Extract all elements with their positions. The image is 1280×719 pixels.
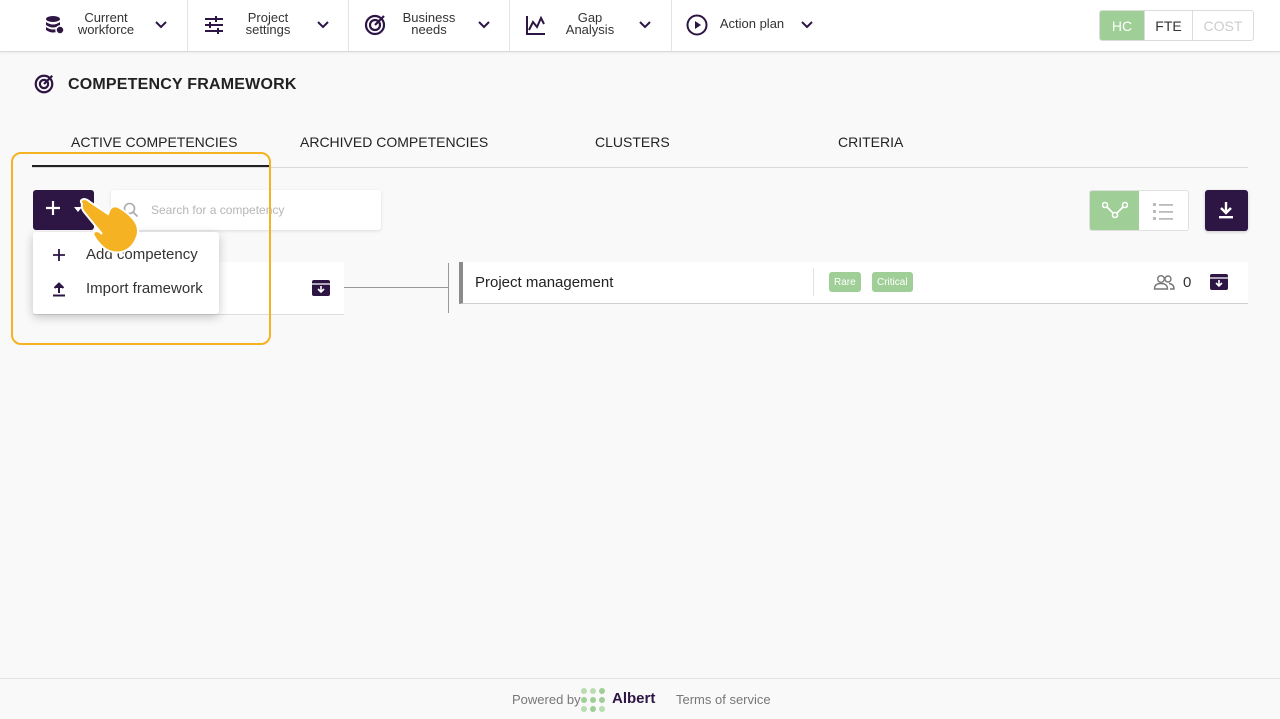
tree-view-button[interactable] bbox=[1090, 191, 1139, 230]
unit-hc-button[interactable]: HC bbox=[1100, 11, 1145, 40]
view-toggle bbox=[1089, 190, 1189, 231]
unit-toggle: HC FTE COST bbox=[1099, 10, 1254, 41]
tree-connector bbox=[448, 263, 449, 313]
page-title: COMPETENCY FRAMEWORK bbox=[68, 76, 297, 93]
caret-down-icon bbox=[74, 207, 82, 212]
people-count: 0 bbox=[1183, 274, 1192, 291]
chevron-down-icon[interactable] bbox=[316, 18, 330, 32]
nav-label: Project settings bbox=[245, 10, 291, 37]
search-icon bbox=[123, 202, 139, 218]
chevron-down-icon[interactable] bbox=[477, 18, 491, 32]
chevron-down-icon[interactable] bbox=[638, 18, 652, 32]
nav-business-needs[interactable]: Business needs bbox=[349, 0, 510, 51]
add-dropdown-menu: Add competency Import framework bbox=[33, 232, 219, 314]
tab-clusters[interactable]: CLUSTERS bbox=[595, 134, 670, 150]
download-icon bbox=[1219, 202, 1233, 219]
chevron-down-icon[interactable] bbox=[800, 18, 814, 32]
powered-by-text: Powered by bbox=[512, 692, 581, 707]
nav-label: Gap Analysis bbox=[565, 10, 615, 37]
nav-gap-analysis[interactable]: Gap Analysis bbox=[510, 0, 672, 51]
competency-name: Project management bbox=[475, 274, 614, 291]
nav-action-plan[interactable]: Action plan bbox=[672, 0, 832, 51]
download-button[interactable] bbox=[1205, 190, 1248, 231]
terms-of-service-link[interactable]: Terms of service bbox=[676, 692, 771, 707]
target-icon bbox=[364, 14, 386, 36]
nav-current-workforce[interactable]: Current workforce bbox=[30, 0, 188, 51]
play-circle-icon bbox=[686, 14, 708, 36]
archive-icon[interactable] bbox=[311, 278, 331, 298]
tab-active-competencies[interactable]: ACTIVE COMPETENCIES bbox=[71, 134, 237, 150]
tab-bar: ACTIVE COMPETENCIES ARCHIVED COMPETENCIE… bbox=[32, 120, 1248, 168]
active-tab-indicator bbox=[32, 165, 270, 167]
rare-badge: Rare bbox=[829, 272, 861, 292]
plus-icon bbox=[46, 201, 60, 215]
chart-icon bbox=[526, 15, 545, 35]
unit-cost-button[interactable]: COST bbox=[1193, 11, 1253, 40]
unit-fte-button[interactable]: FTE bbox=[1145, 11, 1193, 40]
plus-icon bbox=[53, 249, 65, 261]
database-icon bbox=[46, 16, 65, 35]
sliders-icon bbox=[205, 16, 223, 34]
menu-item-add-competency[interactable]: Add competency bbox=[33, 238, 219, 272]
nav-label: Current workforce bbox=[77, 10, 135, 37]
add-menu-button[interactable] bbox=[33, 190, 94, 230]
tab-criteria[interactable]: CRITERIA bbox=[838, 134, 903, 150]
nav-project-settings[interactable]: Project settings bbox=[188, 0, 349, 51]
menu-item-import-framework[interactable]: Import framework bbox=[33, 272, 219, 306]
competency-search bbox=[111, 190, 381, 230]
competency-row[interactable]: Project management Rare Critical 0 bbox=[459, 262, 1248, 304]
top-navigation: Current workforce Project settings Busin… bbox=[0, 0, 1280, 52]
brand-name: Albert bbox=[612, 690, 656, 707]
menu-item-label: Import framework bbox=[86, 280, 203, 297]
tree-connector bbox=[344, 287, 449, 288]
menu-item-label: Add competency bbox=[86, 246, 198, 263]
nav-label: Business needs bbox=[402, 10, 456, 37]
target-icon bbox=[34, 74, 54, 94]
tab-archived-competencies[interactable]: ARCHIVED COMPETENCIES bbox=[300, 134, 488, 150]
chevron-down-icon[interactable] bbox=[154, 18, 168, 32]
nav-label: Action plan bbox=[719, 16, 785, 31]
list-icon bbox=[1152, 203, 1173, 220]
people-icon bbox=[1153, 275, 1175, 290]
footer: Powered by Albert Terms of service bbox=[0, 678, 1280, 719]
list-view-button[interactable] bbox=[1138, 191, 1188, 230]
divider bbox=[813, 268, 814, 296]
tree-icon bbox=[1102, 201, 1128, 219]
critical-badge: Critical bbox=[872, 272, 913, 292]
upload-icon bbox=[53, 282, 65, 297]
archive-icon[interactable] bbox=[1209, 272, 1229, 292]
search-input[interactable] bbox=[151, 200, 371, 220]
albert-logo-icon bbox=[581, 688, 605, 712]
